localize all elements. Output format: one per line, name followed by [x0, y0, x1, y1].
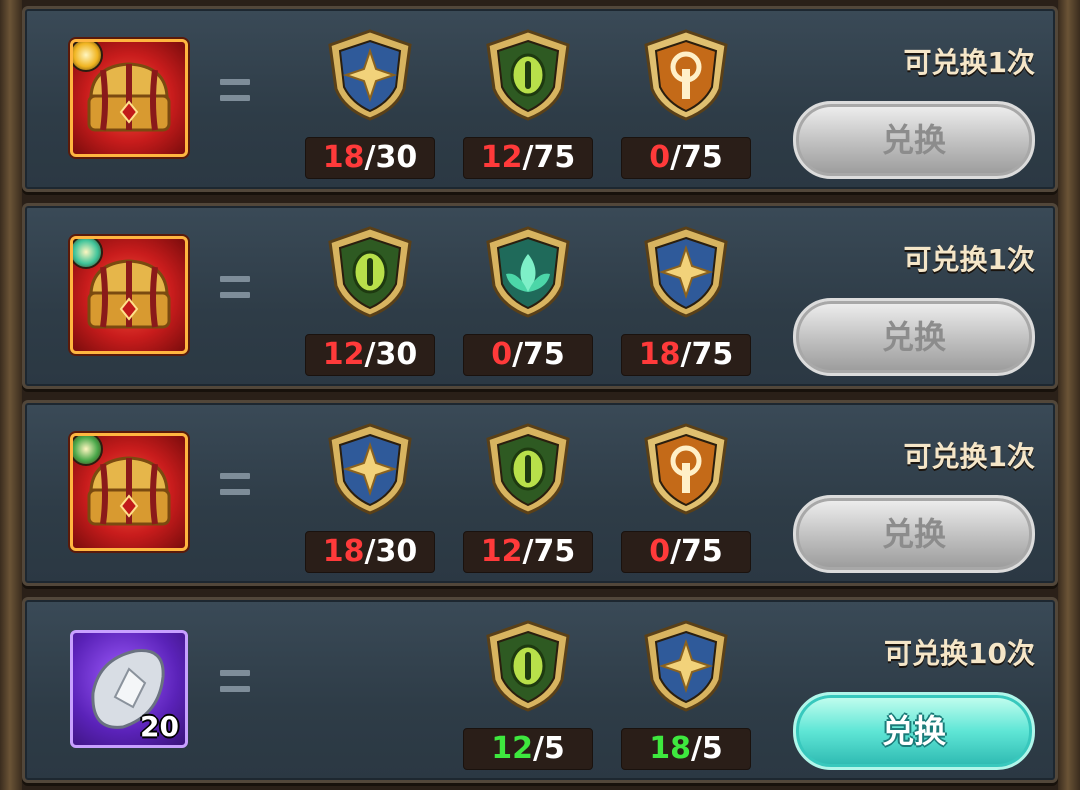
required-material[interactable]: 12/5: [463, 620, 593, 780]
owned-amount: 18: [638, 337, 681, 372]
count-separator: /: [522, 534, 534, 569]
reward-chest-icon[interactable]: [70, 39, 188, 157]
required-amount: 75: [533, 534, 576, 569]
required-material[interactable]: 18/30: [305, 29, 435, 189]
eye-green-emblem-icon: [482, 423, 574, 515]
count-separator: /: [690, 731, 702, 766]
owned-amount: 0: [649, 140, 671, 175]
owned-amount: 0: [649, 534, 671, 569]
owned-amount: 12: [322, 337, 365, 372]
required-amount: 75: [523, 337, 565, 372]
required-amount: 30: [375, 140, 418, 175]
star-blue-emblem-icon: [640, 620, 732, 712]
required-amount: 30: [375, 534, 418, 569]
material-count: 18/30: [305, 137, 435, 179]
material-count: 0/75: [621, 531, 751, 573]
count-separator: /: [670, 140, 682, 175]
lotus-teal-emblem-icon: [482, 226, 574, 318]
exchange-button[interactable]: 兑换: [793, 101, 1035, 179]
material-count: 0/75: [621, 137, 751, 179]
required-material[interactable]: 18/5: [621, 620, 751, 780]
eye-green-emblem-icon: [482, 29, 574, 121]
exchange-row: 18/30 12/75 0/75 可兑换1次 兑换: [22, 400, 1058, 586]
eye-green-emblem-icon: [482, 620, 574, 712]
required-amount: 75: [533, 140, 576, 175]
required-amount: 75: [681, 140, 723, 175]
exchange-limit-text: 可兑换1次: [903, 440, 1035, 473]
sword-orange-emblem-icon: [640, 29, 732, 121]
exchange-button-label: 兑换: [881, 515, 946, 553]
exchange-row: 20 12/5 18/5 可兑换10次 兑换: [22, 597, 1058, 783]
count-separator: /: [680, 337, 692, 372]
material-count: 12/75: [463, 531, 593, 573]
count-separator: /: [364, 534, 376, 569]
eye-green-emblem-icon: [324, 226, 416, 318]
owned-amount: 18: [322, 534, 365, 569]
count-separator: /: [512, 337, 524, 372]
exchange-limit-text: 可兑换1次: [903, 243, 1035, 276]
count-separator: /: [522, 140, 534, 175]
frame-right: [1058, 0, 1080, 790]
required-material[interactable]: 0/75: [463, 226, 593, 386]
required-material[interactable]: 0/75: [621, 29, 751, 189]
exchange-button[interactable]: 兑换: [793, 298, 1035, 376]
count-separator: /: [364, 140, 376, 175]
exchange-button[interactable]: 兑换: [793, 495, 1035, 573]
star-blue-emblem-icon: [640, 226, 732, 318]
star-blue-emblem-icon: [324, 423, 416, 515]
required-material[interactable]: 18/30: [305, 423, 435, 583]
exchange-button[interactable]: 兑换: [793, 692, 1035, 770]
star-blue-emblem-icon: [324, 29, 416, 121]
reward-chest-icon[interactable]: [70, 433, 188, 551]
exchange-button-label: 兑换: [881, 712, 946, 750]
equals-icon: [220, 670, 250, 698]
required-material[interactable]: 0/75: [621, 423, 751, 583]
owned-amount: 18: [322, 140, 365, 175]
owned-amount: 0: [491, 337, 513, 372]
exchange-button-label: 兑换: [881, 121, 946, 159]
owned-amount: 12: [491, 731, 533, 766]
material-count: 0/75: [463, 334, 593, 376]
material-count: 12/30: [305, 334, 435, 376]
equals-icon: [220, 276, 250, 304]
required-amount: 75: [681, 534, 723, 569]
exchange-limit-text: 可兑换10次: [884, 637, 1035, 670]
reward-chest-icon[interactable]: [70, 236, 188, 354]
exchange-list[interactable]: 18/30 12/75 0/75 可兑换1次 兑换 12/30 0/75 18/75 可兑换1次…: [22, 0, 1058, 790]
exchange-limit-text: 可兑换1次: [903, 46, 1035, 79]
required-amount: 75: [691, 337, 734, 372]
reward-quantity: 20: [140, 710, 179, 743]
required-material[interactable]: 12/75: [463, 29, 593, 189]
required-material[interactable]: 18/75: [621, 226, 751, 386]
owned-amount: 12: [480, 140, 523, 175]
required-material[interactable]: 12/75: [463, 423, 593, 583]
count-separator: /: [364, 337, 376, 372]
count-separator: /: [532, 731, 544, 766]
equals-icon: [220, 473, 250, 501]
required-material[interactable]: 12/30: [305, 226, 435, 386]
exchange-row: 12/30 0/75 18/75 可兑换1次 兑换: [22, 203, 1058, 389]
exchange-row: 18/30 12/75 0/75 可兑换1次 兑换: [22, 6, 1058, 192]
equals-icon: [220, 79, 250, 107]
required-amount: 5: [701, 731, 723, 766]
material-count: 12/5: [463, 728, 593, 770]
frame-left: [0, 0, 22, 790]
material-count: 18/5: [621, 728, 751, 770]
required-amount: 5: [543, 731, 565, 766]
material-count: 12/75: [463, 137, 593, 179]
material-count: 18/30: [305, 531, 435, 573]
owned-amount: 18: [649, 731, 691, 766]
count-separator: /: [670, 534, 682, 569]
reward-gem-icon[interactable]: 20: [70, 630, 188, 748]
exchange-button-label: 兑换: [881, 318, 946, 356]
sword-orange-emblem-icon: [640, 423, 732, 515]
owned-amount: 12: [480, 534, 523, 569]
required-amount: 30: [375, 337, 418, 372]
material-count: 18/75: [621, 334, 751, 376]
